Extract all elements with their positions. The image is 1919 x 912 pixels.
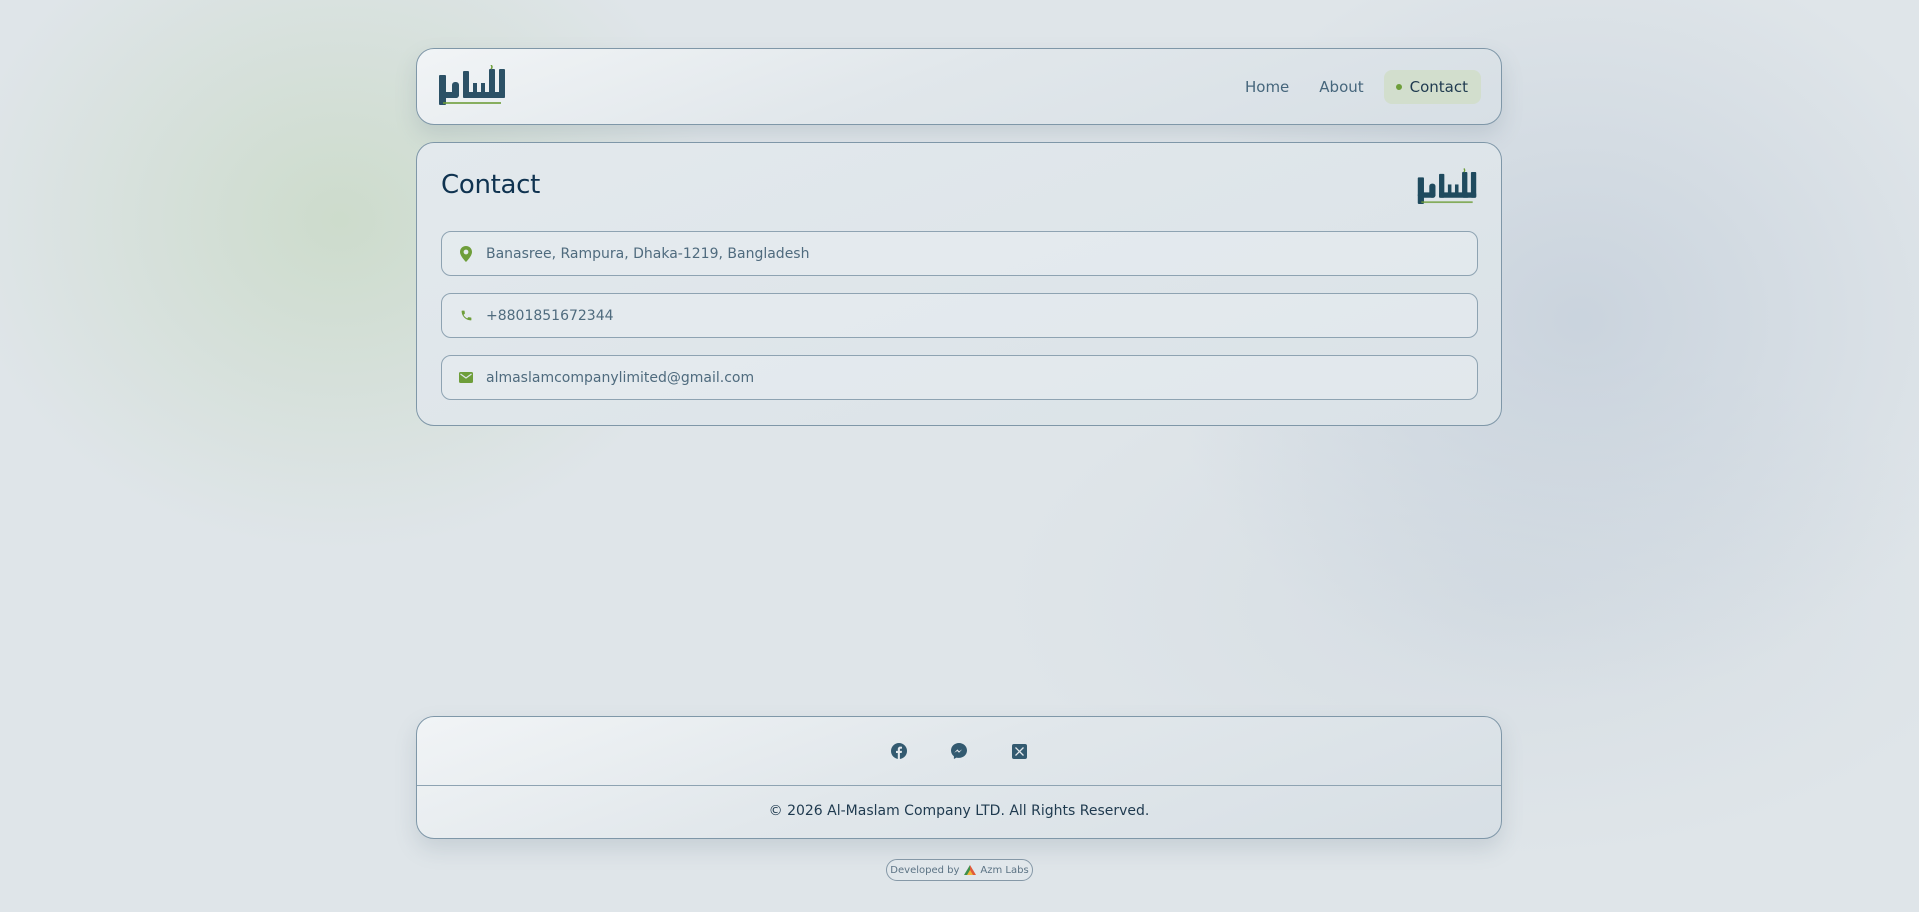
azm-labs-logo-icon <box>964 865 977 875</box>
developer-prefix: Developed by <box>890 864 960 876</box>
phone-field[interactable]: +8801851672344 <box>441 293 1478 338</box>
address-text: Banasree, Rampura, Dhaka-1219, Banglades… <box>486 245 810 262</box>
nav-links: Home About Contact <box>1230 70 1481 104</box>
contact-logo <box>1416 168 1478 212</box>
phone-icon <box>458 308 474 324</box>
contact-card: Contact Banasree, Rampura, Dhaka-1219, B… <box>416 142 1502 426</box>
messenger-icon[interactable] <box>951 743 967 759</box>
navbar: Home About Contact <box>416 48 1502 125</box>
mail-icon <box>458 370 474 386</box>
nav-contact-label: Contact <box>1409 78 1468 96</box>
nav-home-link[interactable]: Home <box>1230 70 1304 104</box>
copyright-text: © 2026 Al-Maslam Company LTD. All Rights… <box>768 803 1150 819</box>
nav-contact-link[interactable]: Contact <box>1383 70 1481 104</box>
facebook-icon[interactable] <box>891 743 907 759</box>
x-twitter-icon[interactable] <box>1011 743 1027 759</box>
location-pin-icon <box>458 245 474 262</box>
page-title: Contact <box>441 170 541 200</box>
footer: © 2026 Al-Maslam Company LTD. All Rights… <box>416 716 1502 839</box>
nav-about-link[interactable]: About <box>1304 70 1378 104</box>
active-dot <box>1395 84 1402 90</box>
footer-divider <box>417 785 1501 786</box>
address-field: Banasree, Rampura, Dhaka-1219, Banglades… <box>441 231 1478 276</box>
logo[interactable] <box>437 64 507 113</box>
phone-text: +8801851672344 <box>486 307 614 324</box>
email-text: almaslamcompanylimited@gmail.com <box>486 369 755 386</box>
developer-badge[interactable]: Developed by Azm Labs <box>886 859 1033 881</box>
developer-name: Azm Labs <box>980 864 1029 876</box>
social-links <box>417 739 1501 763</box>
developer-brand: Azm Labs <box>964 864 1029 876</box>
email-field[interactable]: almaslamcompanylimited@gmail.com <box>441 355 1478 400</box>
